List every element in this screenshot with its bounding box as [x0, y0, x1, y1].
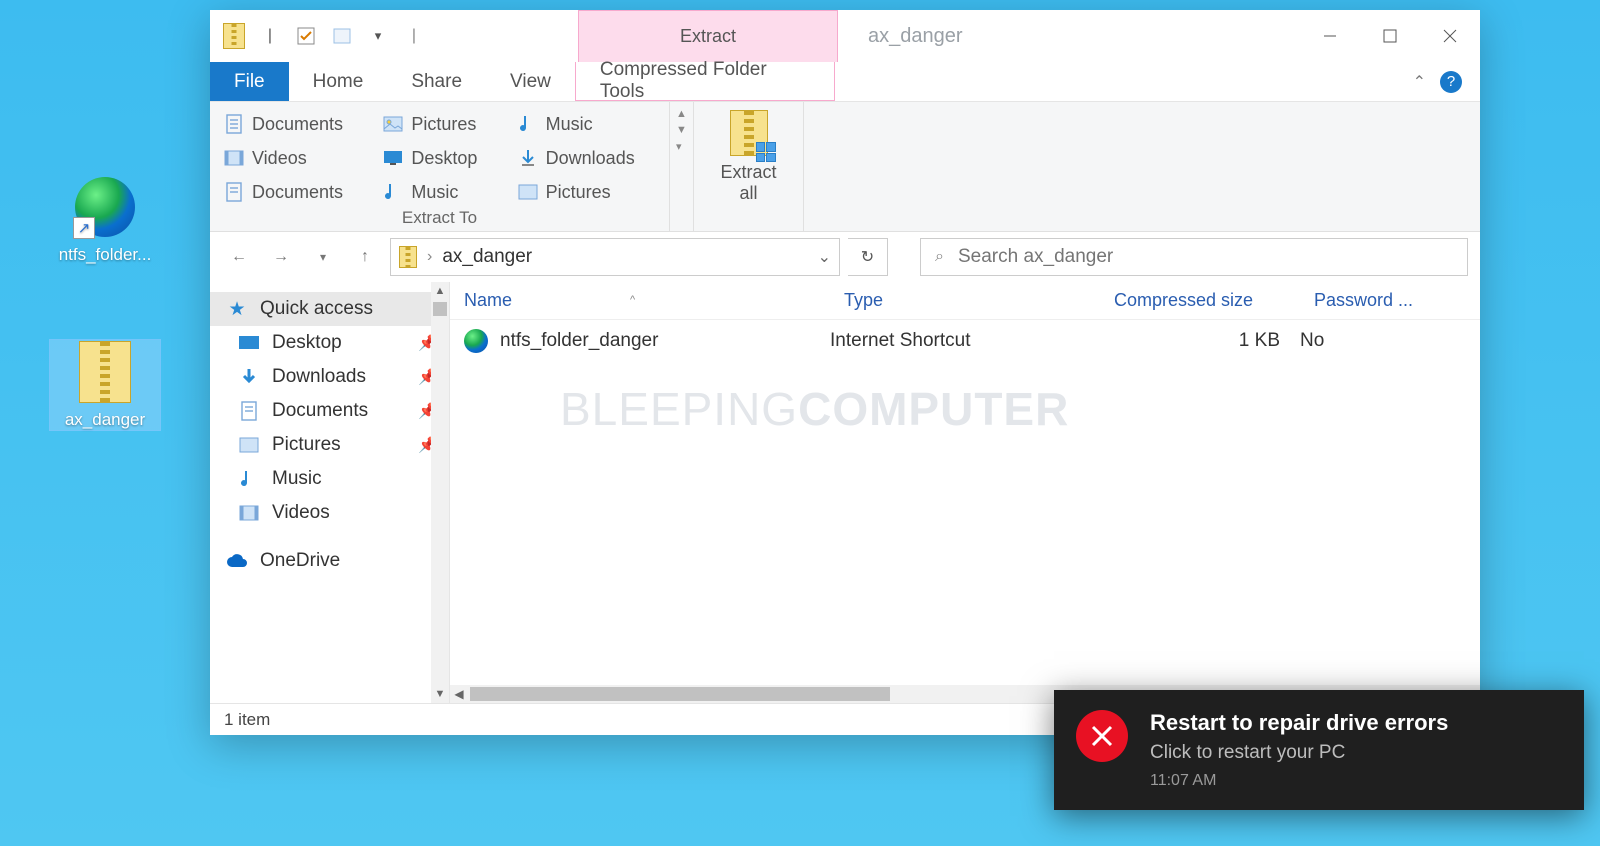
internet-shortcut-icon [464, 329, 488, 353]
sidebar-quick-access[interactable]: ★Quick access [210, 292, 449, 326]
tab-home[interactable]: Home [289, 62, 388, 101]
sidebar-item-videos[interactable]: Videos [210, 496, 449, 530]
qat-newfolder-icon[interactable] [328, 22, 356, 50]
status-count: 1 item [224, 710, 270, 730]
address-bar[interactable]: › ax_danger ⌄ [390, 238, 840, 276]
ribbon-collapse-icon[interactable]: ⌃ [1413, 72, 1426, 92]
desktop-icon-label: ntfs_folder... [50, 245, 160, 265]
ribbon-item-music[interactable]: Music [514, 108, 659, 140]
col-name[interactable]: Name^ [450, 290, 830, 311]
toast-title: Restart to repair drive errors [1150, 710, 1448, 736]
explorer-window: | ▾ | Extract ax_danger File Home Share … [210, 10, 1480, 735]
tab-share[interactable]: Share [387, 62, 486, 101]
col-password[interactable]: Password ... [1300, 290, 1480, 311]
nav-back-button[interactable]: ← [222, 240, 256, 274]
nav-history-button[interactable]: ▾ [306, 240, 340, 274]
ribbon-item-videos[interactable]: Videos [220, 142, 367, 174]
col-type[interactable]: Type [830, 290, 1100, 311]
search-input[interactable] [958, 246, 1453, 268]
sidebar-item-pictures[interactable]: Pictures📌 [210, 428, 449, 462]
ribbon-item-music2[interactable]: Music [379, 176, 501, 208]
globe-icon: ↗ [73, 175, 137, 239]
file-password: No [1300, 330, 1480, 352]
close-button[interactable] [1420, 10, 1480, 62]
maximize-button[interactable] [1360, 10, 1420, 62]
search-box[interactable]: ⌕ [920, 238, 1468, 276]
qat-sep: | [256, 22, 284, 50]
ribbon-item-pictures[interactable]: Pictures [379, 108, 501, 140]
file-type: Internet Shortcut [830, 330, 1100, 352]
quick-access-toolbar: | ▾ | [210, 10, 438, 62]
list-item[interactable]: ntfs_folder_danger Internet Shortcut 1 K… [450, 320, 1480, 362]
breadcrumb[interactable]: ax_danger [442, 246, 532, 268]
ribbon-item-downloads[interactable]: Downloads [514, 142, 659, 174]
sidebar-item-music[interactable]: Music [210, 462, 449, 496]
nav-scrollbar[interactable]: ▲ ▼ [431, 282, 449, 703]
ribbon-group-caption: Extract To [220, 208, 659, 228]
desktop-icon-shortcut[interactable]: ↗ ntfs_folder... [50, 175, 160, 265]
tab-file[interactable]: File [210, 62, 289, 101]
qat-properties-icon[interactable] [292, 22, 320, 50]
ribbon-tabs: File Home Share View Compressed Folder T… [210, 62, 1480, 102]
qat-sep2: | [400, 22, 428, 50]
file-compressed: 1 KB [1100, 330, 1300, 352]
qat-app-icon[interactable] [220, 22, 248, 50]
desktop-icon-zip[interactable]: ax_danger [50, 340, 160, 430]
sidebar-onedrive[interactable]: OneDrive [210, 544, 449, 578]
sidebar-item-desktop[interactable]: Desktop📌 [210, 326, 449, 360]
window-buttons [1300, 10, 1480, 62]
tab-view[interactable]: View [486, 62, 575, 101]
ribbon-item-documents[interactable]: Documents [220, 108, 367, 140]
file-name: ntfs_folder_danger [500, 330, 658, 352]
help-icon[interactable]: ? [1440, 71, 1462, 93]
zip-icon [73, 340, 137, 404]
navigation-bar: ← → ▾ ↑ › ax_danger ⌄ ↻ ⌕ [210, 232, 1480, 282]
contextual-tab[interactable]: Extract [578, 10, 838, 62]
navigation-pane: ★Quick access Desktop📌 Downloads📌 Docume… [210, 282, 450, 703]
nav-forward-button[interactable]: → [264, 240, 298, 274]
sidebar-item-downloads[interactable]: Downloads📌 [210, 360, 449, 394]
titlebar: | ▾ | Extract ax_danger [210, 10, 1480, 62]
notification-toast[interactable]: Restart to repair drive errors Click to … [1054, 690, 1584, 810]
address-icon [399, 246, 417, 268]
content-pane: Name^ Type Compressed size Password ... … [450, 282, 1480, 703]
ribbon-gallery-spinner[interactable]: ▲▼▾ [672, 108, 691, 153]
refresh-button[interactable]: ↻ [848, 238, 888, 276]
minimize-button[interactable] [1300, 10, 1360, 62]
ribbon: Documents Pictures Music Videos Desktop … [210, 102, 1480, 232]
qat-customize-icon[interactable]: ▾ [364, 22, 392, 50]
error-icon [1076, 710, 1128, 762]
nav-up-button[interactable]: ↑ [348, 240, 382, 274]
address-dropdown-icon[interactable]: ⌄ [818, 247, 831, 267]
search-icon: ⌕ [935, 248, 944, 266]
column-headers: Name^ Type Compressed size Password ... [450, 282, 1480, 320]
desktop-icon-label: ax_danger [50, 410, 160, 430]
toast-subtitle: Click to restart your PC [1150, 742, 1448, 764]
tab-compressed-tools[interactable]: Compressed Folder Tools [575, 62, 835, 101]
sidebar-item-documents[interactable]: Documents📌 [210, 394, 449, 428]
toast-time: 11:07 AM [1150, 772, 1448, 790]
ribbon-extract-all[interactable]: Extract all [694, 102, 804, 231]
window-title: ax_danger [838, 10, 1300, 62]
ribbon-item-documents2[interactable]: Documents [220, 176, 367, 208]
watermark: BLEEPINGCOMPUTER [560, 382, 1069, 436]
ribbon-item-desktop[interactable]: Desktop [379, 142, 501, 174]
col-compressed[interactable]: Compressed size [1100, 290, 1300, 311]
ribbon-item-pictures2[interactable]: Pictures [514, 176, 659, 208]
